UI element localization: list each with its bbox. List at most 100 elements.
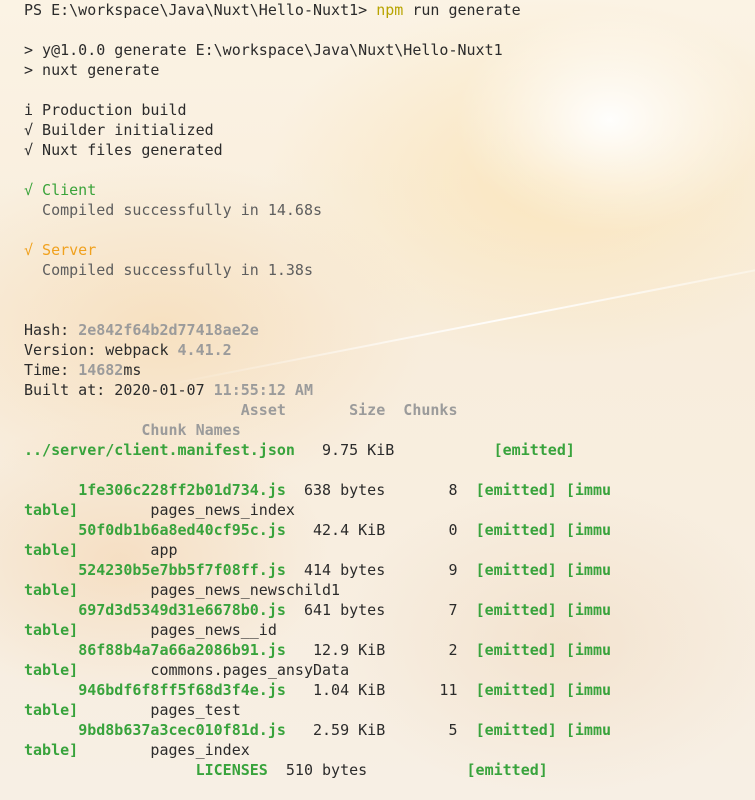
run-line-2: > nuxt generate bbox=[24, 61, 160, 79]
table-header-columns: Asset Size Chunks bbox=[24, 401, 458, 419]
row-indent bbox=[24, 521, 78, 539]
asset-status: [emitted] [immu bbox=[475, 601, 612, 619]
asset-name: 946bdf6f8ff5f68d3f4e.js bbox=[78, 681, 286, 699]
asset-status-wrap: table] bbox=[24, 501, 79, 519]
asset-row: 50f0db1b6a8ed40cf95c.js 42.4 KiB 0 [emit… bbox=[24, 520, 755, 540]
licenses-status: [emitted] bbox=[466, 761, 548, 779]
asset-status: [emitted] [immu bbox=[475, 521, 612, 539]
asset-name: 1fe306c228ff2b01d734.js bbox=[78, 481, 286, 499]
asset-name: 697d3d5349d31e6678b0.js bbox=[78, 601, 286, 619]
asset-name: 524230b5e7bb5f7f08ff.js bbox=[78, 561, 286, 579]
asset-row-wrap: table] commons.pages_ansyData bbox=[24, 660, 755, 680]
version-label: Version: webpack bbox=[24, 341, 178, 359]
asset-row: 946bdf6f8ff5f68d3f4e.js 1.04 KiB 11 [emi… bbox=[24, 680, 755, 700]
hash-label: Hash: bbox=[24, 321, 79, 339]
nuxt-files-generated: √ Nuxt files generated bbox=[24, 141, 223, 159]
asset-status: [emitted] [immu bbox=[475, 681, 612, 699]
asset-size-chunk: 638 bytes 8 bbox=[285, 481, 476, 499]
asset-size-chunk: 2.59 KiB 5 bbox=[285, 721, 476, 739]
asset-chunk-name: pages_news_newschild1 bbox=[78, 581, 341, 599]
asset-size-chunk: 42.4 KiB 0 bbox=[285, 521, 476, 539]
asset-row: 86f88b4a7a66a2086b91.js 12.9 KiB 2 [emit… bbox=[24, 640, 755, 660]
asset-status-wrap: table] bbox=[24, 741, 79, 759]
asset-status: [emitted] [immu bbox=[475, 641, 612, 659]
asset-row-wrap: table] pages_news_index bbox=[24, 500, 755, 520]
asset-status-wrap: table] bbox=[24, 701, 79, 719]
version-value: 4.41.2 bbox=[177, 341, 232, 359]
asset-row-wrap: table] pages_test bbox=[24, 700, 755, 720]
asset-row-wrap: table] pages_news__id bbox=[24, 620, 755, 640]
asset-name: 9bd8b637a3cec010f81d.js bbox=[78, 721, 286, 739]
manifest-asset-name: ../server/client.manifest.json bbox=[24, 441, 295, 459]
prompt-command: run generate bbox=[403, 1, 521, 19]
asset-chunk-name: app bbox=[78, 541, 178, 559]
asset-name: 86f88b4a7a66a2086b91.js bbox=[78, 641, 286, 659]
asset-row: 697d3d5349d31e6678b0.js 641 bytes 7 [emi… bbox=[24, 600, 755, 620]
hash-line: Hash: 2e842f64b2d77418ae2e bbox=[24, 320, 755, 340]
asset-name: 50f0db1b6a8ed40cf95c.js bbox=[78, 521, 286, 539]
files-line: √ Nuxt files generated bbox=[24, 140, 755, 160]
time-label: Time: bbox=[24, 361, 79, 379]
row-indent bbox=[24, 641, 78, 659]
asset-chunk-name: commons.pages_ansyData bbox=[78, 661, 350, 679]
asset-status: [emitted] [immu bbox=[475, 481, 612, 499]
terminal-output[interactable]: PS E:\workspace\Java\Nuxt\Hello-Nuxt1> n… bbox=[24, 0, 755, 780]
row-indent bbox=[24, 721, 78, 739]
asset-chunk-name: pages_news_index bbox=[78, 501, 295, 519]
time-unit: ms bbox=[123, 361, 142, 379]
row-indent bbox=[24, 601, 78, 619]
asset-row: 9bd8b637a3cec010f81d.js 2.59 KiB 5 [emit… bbox=[24, 720, 755, 740]
manifest-size: 9.75 KiB bbox=[294, 441, 494, 459]
licenses-asset-name: LICENSES bbox=[195, 761, 268, 779]
asset-row-wrap: table] app bbox=[24, 540, 755, 560]
server-message: Compiled successfully in 1.38s bbox=[24, 261, 313, 279]
builder-line: √ Builder initialized bbox=[24, 120, 755, 140]
row-indent bbox=[24, 561, 78, 579]
manifest-row: ../server/client.manifest.json 9.75 KiB … bbox=[24, 440, 755, 460]
client-label: √ Client bbox=[24, 181, 97, 199]
asset-status-wrap: table] bbox=[24, 661, 79, 679]
row-indent bbox=[24, 681, 78, 699]
asset-size-chunk: 1.04 KiB 11 bbox=[285, 681, 476, 699]
prompt-path: PS E:\workspace\Java\Nuxt\Hello-Nuxt1> bbox=[24, 1, 377, 19]
asset-size-chunk: 414 bytes 9 bbox=[285, 561, 476, 579]
asset-status: [emitted] [immu bbox=[475, 561, 612, 579]
hash-value: 2e842f64b2d77418ae2e bbox=[78, 321, 259, 339]
licenses-size: 510 bytes bbox=[267, 761, 467, 779]
client-message: Compiled successfully in 14.68s bbox=[24, 201, 323, 219]
asset-size-chunk: 12.9 KiB 2 bbox=[285, 641, 476, 659]
licenses-row: LICENSES 510 bytes [emitted] bbox=[24, 760, 755, 780]
asset-row: 1fe306c228ff2b01d734.js 638 bytes 8 [emi… bbox=[24, 480, 755, 500]
asset-chunk-name: pages_index bbox=[78, 741, 250, 759]
row-indent bbox=[24, 761, 196, 779]
version-line: Version: webpack 4.41.2 bbox=[24, 340, 755, 360]
asset-row-wrap: table] pages_news_newschild1 bbox=[24, 580, 755, 600]
asset-status-wrap: table] bbox=[24, 581, 79, 599]
prompt-line: PS E:\workspace\Java\Nuxt\Hello-Nuxt1> n… bbox=[24, 0, 755, 20]
asset-status: [emitted] [immu bbox=[475, 721, 612, 739]
built-at-time: 11:55:12 AM bbox=[213, 381, 313, 399]
asset-chunk-name: pages_test bbox=[78, 701, 241, 719]
asset-chunk-name: pages_news__id bbox=[78, 621, 277, 639]
build-info-line: i Production build bbox=[24, 100, 755, 120]
server-label: √ Server bbox=[24, 241, 97, 259]
asset-size-chunk: 641 bytes 7 bbox=[285, 601, 476, 619]
prompt-npm: npm bbox=[376, 1, 404, 19]
built-at-label: Built at: 2020-01-07 bbox=[24, 381, 214, 399]
manifest-status: [emitted] bbox=[493, 441, 575, 459]
run-line-1: > y@1.0.0 generate E:\workspace\Java\Nux… bbox=[24, 41, 503, 59]
table-header-chunk-names: Chunk Names bbox=[24, 421, 241, 439]
built-at-line: Built at: 2020-01-07 11:55:12 AM bbox=[24, 380, 755, 400]
asset-status-wrap: table] bbox=[24, 541, 79, 559]
row-indent bbox=[24, 481, 78, 499]
asset-status-wrap: table] bbox=[24, 621, 79, 639]
builder-initialized: √ Builder initialized bbox=[24, 121, 214, 139]
time-line: Time: 14682ms bbox=[24, 360, 755, 380]
